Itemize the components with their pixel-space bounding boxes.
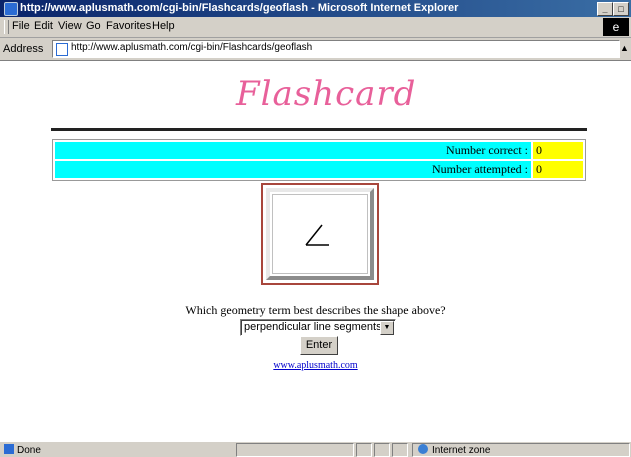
page-icon [56,43,68,56]
table-row: Number correct : 0 [55,142,583,159]
status-pane [392,443,408,457]
title-bar: http://www.aplusmath.com/cgi-bin/Flashca… [0,0,631,17]
menu-go[interactable]: Go [86,20,101,32]
angle-shape-icon [305,224,329,246]
address-input[interactable]: http://www.aplusmath.com/cgi-bin/Flashca… [52,40,620,58]
address-scroll-icon[interactable]: ▲ [620,40,630,56]
status-pane [236,443,354,457]
menu-help[interactable]: Help [152,20,175,32]
flashcard [261,183,379,285]
menu-file[interactable]: File [12,20,30,32]
number-attempted-label: Number attempted : [55,161,531,178]
address-url: http://www.aplusmath.com/cgi-bin/Flashca… [71,42,313,53]
menu-edit[interactable]: Edit [34,20,53,32]
enter-button[interactable]: Enter [300,336,338,355]
status-pane [374,443,390,457]
question-text: Which geometry term best describes the s… [185,303,446,317]
vertical-scrollbar[interactable] [621,61,631,441]
score-table: Number correct : 0 Number attempted : 0 [52,139,586,181]
answer-selected: perpendicular line segments [244,321,382,333]
menu-bar: File Edit View Go Favorites Help e [0,17,631,38]
menu-view[interactable]: View [58,20,82,32]
maximize-button[interactable]: □ [613,2,629,16]
globe-icon [418,444,428,454]
minimize-button[interactable]: _ [597,2,613,16]
table-row: Number attempted : 0 [55,161,583,178]
window-title: http://www.aplusmath.com/cgi-bin/Flashca… [20,2,459,14]
status-pane [356,443,372,457]
page-done-icon [4,444,14,454]
number-attempted-value: 0 [533,161,583,178]
status-text: Done [17,445,41,456]
flashcard-logo: Flashcard [236,74,417,114]
address-bar: Address http://www.aplusmath.com/cgi-bin… [0,38,631,61]
address-label: Address [3,43,44,55]
status-bar: Done Internet zone [0,441,631,457]
toolbar-grip[interactable] [4,20,9,34]
flashcard-face [272,194,368,274]
aplusmath-link[interactable]: www.aplusmath.com [0,360,631,371]
page-content: Flashcard Number correct : 0 Number atte… [0,61,631,441]
menu-favorites[interactable]: Favorites [106,20,151,32]
zone-text: Internet zone [432,445,491,456]
dropdown-arrow-icon[interactable]: ▼ [380,321,394,335]
number-correct-label: Number correct : [55,142,531,159]
answer-dropdown[interactable]: perpendicular line segments ▼ [240,319,396,336]
number-correct-value: 0 [533,142,583,159]
security-zone: Internet zone [418,444,490,456]
ie-icon [4,2,18,16]
flashcard-frame [266,188,374,280]
divider [51,128,587,131]
ie-throbber-icon: e [603,18,629,36]
status-message: Done [4,444,41,456]
